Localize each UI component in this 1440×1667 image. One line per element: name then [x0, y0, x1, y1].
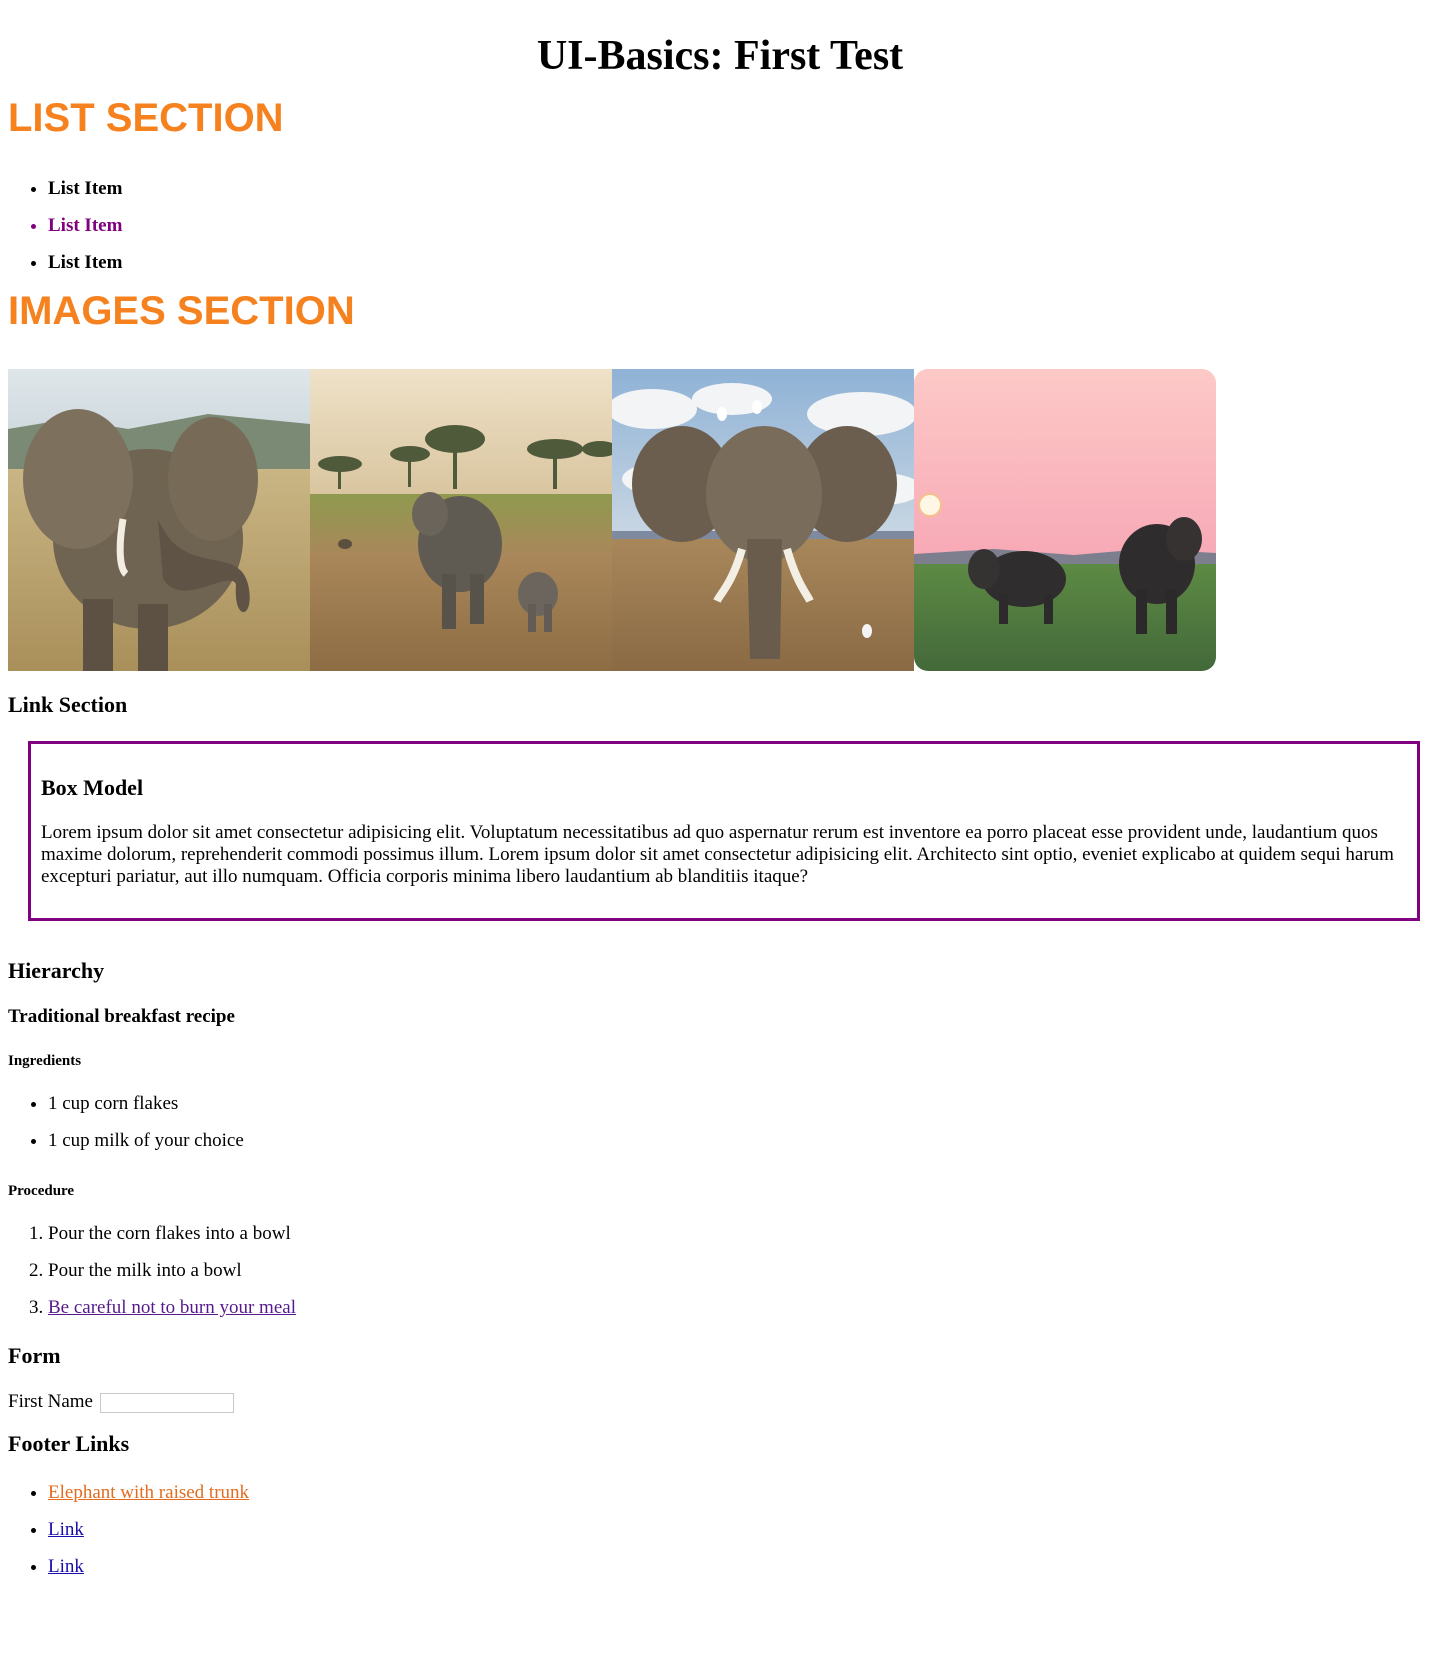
- page-title: UI-Basics: First Test: [536, 33, 904, 79]
- elephant-link[interactable]: Elephant with raised trunk: [48, 1482, 249, 1503]
- footer-links-list: Elephant with raised trunk Link Link: [8, 1474, 1432, 1585]
- form-heading: Form: [8, 1343, 61, 1368]
- list-item: List Item: [48, 170, 1432, 207]
- images-section-heading: IMAGES SECTION: [8, 289, 355, 333]
- procedure-step: Be careful not to burn your meal: [48, 1289, 1432, 1326]
- footer-link[interactable]: Link: [48, 1556, 84, 1577]
- first-name-row: First Name: [8, 1390, 1432, 1414]
- careful-link[interactable]: Be careful not to burn your meal: [48, 1297, 296, 1318]
- ingredients-heading: Ingredients: [8, 1053, 82, 1069]
- list-item: List Item: [48, 244, 1432, 281]
- list-item-highlighted: List Item: [48, 207, 1432, 244]
- procedure-step: Pour the milk into a bowl: [48, 1252, 1432, 1289]
- footer-link-item: Link: [48, 1548, 1432, 1585]
- elephants-sunset-photo: [914, 369, 1216, 671]
- procedure-heading: Procedure: [8, 1183, 75, 1199]
- footer-link-item: Elephant with raised trunk: [48, 1474, 1432, 1511]
- link-section-heading: Link Section: [8, 692, 128, 717]
- procedure-step: Pour the corn flakes into a bowl: [48, 1215, 1432, 1252]
- elephant-raised-trunk-photo: [8, 369, 310, 671]
- elephant-frontal-photo: [612, 369, 914, 671]
- box-model-container: Box Model Lorem ipsum dolor sit amet con…: [28, 741, 1420, 921]
- recipe-title: Traditional breakfast recipe: [8, 1006, 235, 1027]
- footer-link[interactable]: Link: [48, 1519, 84, 1540]
- box-model-heading: Box Model: [41, 775, 144, 800]
- ingredients-list: 1 cup corn flakes 1 cup milk of your cho…: [8, 1085, 1432, 1159]
- elephant-mother-calf-photo: [310, 369, 612, 671]
- hierarchy-heading: Hierarchy: [8, 958, 105, 983]
- box-model-text: Lorem ipsum dolor sit amet consectetur a…: [41, 822, 1394, 887]
- footer-link-item: Link: [48, 1511, 1432, 1548]
- list-section-list: List Item List Item List Item: [8, 170, 1432, 281]
- ingredient-item: 1 cup milk of your choice: [48, 1122, 1432, 1159]
- footer-links-heading: Footer Links: [8, 1431, 130, 1456]
- image-gallery: [8, 369, 1432, 671]
- ingredient-item: 1 cup corn flakes: [48, 1085, 1432, 1122]
- list-section-heading: LIST SECTION: [8, 96, 284, 140]
- first-name-input[interactable]: [99, 1392, 234, 1413]
- procedure-list: Pour the corn flakes into a bowl Pour th…: [8, 1215, 1432, 1326]
- first-name-label: First Name: [8, 1391, 93, 1412]
